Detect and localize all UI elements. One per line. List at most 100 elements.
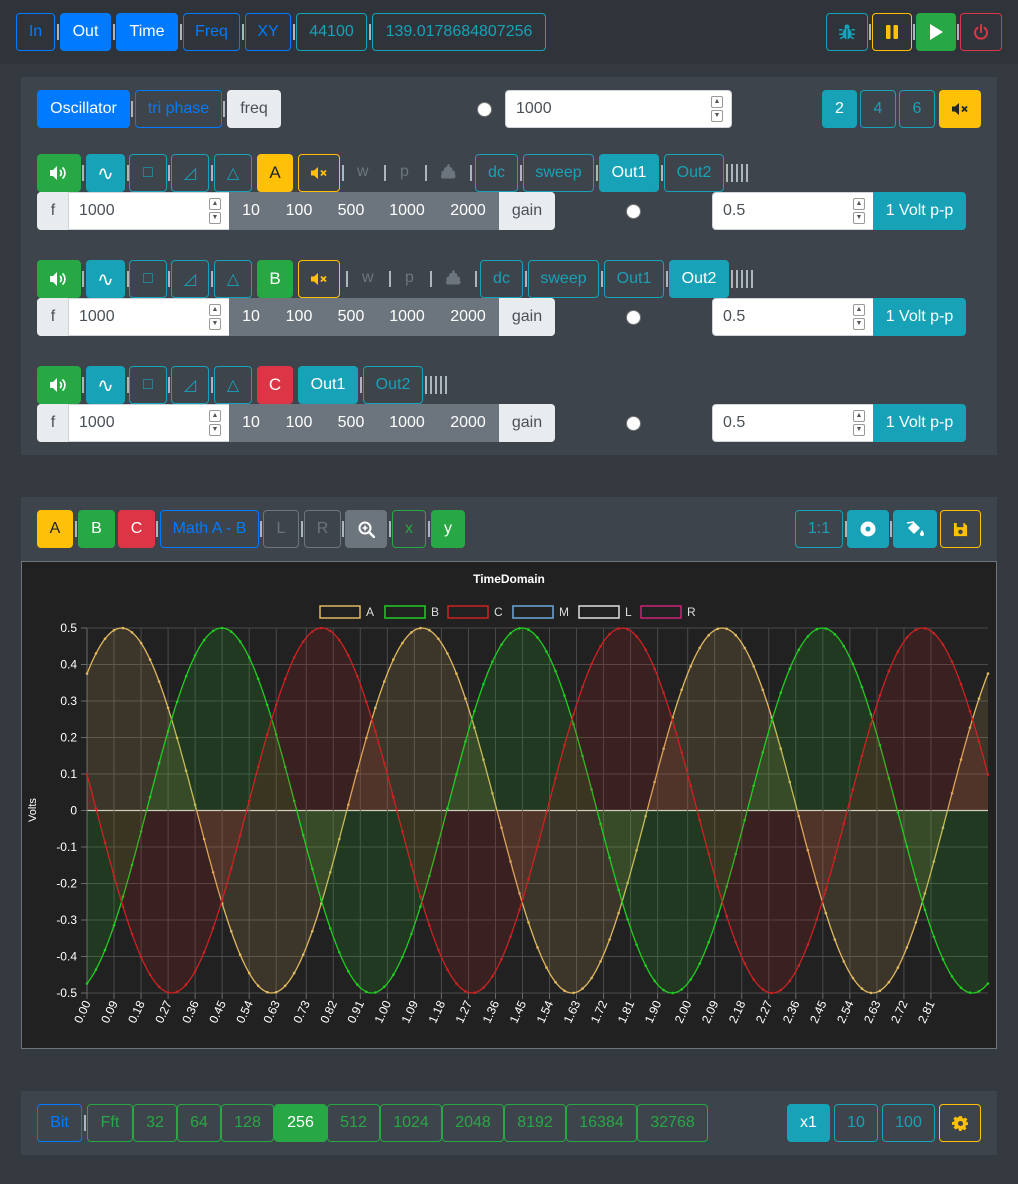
channel-c-1v-button[interactable]: 1 Volt p-p: [873, 404, 966, 442]
phase-2-button[interactable]: 2: [822, 90, 857, 128]
channel-b-sound-button[interactable]: [37, 260, 81, 298]
channel-a-mute-button[interactable]: [298, 154, 340, 192]
freq-radio[interactable]: [477, 102, 492, 117]
multiplier-100[interactable]: 100: [882, 1104, 935, 1142]
oscillator-button[interactable]: Oscillator: [37, 90, 130, 128]
channel-a-amplitude-input[interactable]: 0.5 ▲ ▼: [712, 192, 874, 230]
fft-size-512[interactable]: 512: [327, 1104, 380, 1142]
mute-all-button[interactable]: [939, 90, 981, 128]
scope-channel-a-button[interactable]: A: [37, 510, 73, 548]
channel-a-out2-button[interactable]: Out2: [664, 154, 724, 192]
fft-size-32[interactable]: 32: [133, 1104, 177, 1142]
channel-c-out1-button[interactable]: Out1: [298, 366, 358, 404]
power-button[interactable]: [960, 13, 1002, 51]
channel-b-out2-button[interactable]: Out2: [669, 260, 729, 298]
channel-c-radio[interactable]: [626, 416, 641, 431]
phase-4-button[interactable]: 4: [860, 90, 896, 128]
channel-b-label[interactable]: B: [257, 260, 293, 298]
channel-c-label[interactable]: C: [257, 366, 293, 404]
channel-b-1v-button[interactable]: 1 Volt p-p: [873, 298, 966, 336]
channel-a-preset-2000[interactable]: 2000: [437, 192, 499, 230]
legend-swatch-r[interactable]: [640, 605, 682, 619]
debug-button[interactable]: [826, 13, 868, 51]
channel-b-preset-10[interactable]: 10: [229, 298, 273, 336]
fft-size-32768[interactable]: 32768: [637, 1104, 708, 1142]
fft-size-128[interactable]: 128: [221, 1104, 274, 1142]
record-button[interactable]: [847, 510, 889, 548]
channel-b-radio[interactable]: [626, 310, 641, 325]
channel-b-dc-button[interactable]: dc: [480, 260, 523, 298]
xy-button[interactable]: XY: [245, 13, 291, 51]
channel-a-sawtooth-button[interactable]: ◿: [171, 154, 209, 192]
zoom-button[interactable]: [345, 510, 387, 548]
x-axis-button[interactable]: x: [392, 510, 426, 548]
channel-b-square-button[interactable]: □: [129, 260, 167, 298]
scope-channel-b-button[interactable]: B: [78, 510, 115, 548]
channel-a-sweep-button[interactable]: sweep: [523, 154, 594, 192]
in-button[interactable]: In: [16, 13, 55, 51]
channel-b-mute-button[interactable]: [298, 260, 340, 298]
l-button[interactable]: L: [263, 510, 299, 548]
channel-c-amplitude-input[interactable]: 0.5 ▲ ▼: [712, 404, 874, 442]
pause-button[interactable]: [872, 13, 912, 51]
channel-b-frequency-input[interactable]: 1000 ▲ ▼: [68, 298, 230, 336]
channel-b-triangle-button[interactable]: △: [214, 260, 252, 298]
channel-b-sawtooth-button[interactable]: ◿: [171, 260, 209, 298]
channel-b-preset-500[interactable]: 500: [325, 298, 377, 336]
legend-swatch-m[interactable]: [512, 605, 554, 619]
freq-button[interactable]: Freq: [183, 13, 240, 51]
legend-swatch-l[interactable]: [578, 605, 620, 619]
channel-c-square-button[interactable]: □: [129, 366, 167, 404]
fft-size-256[interactable]: 256: [274, 1104, 327, 1142]
channel-a-frequency-input[interactable]: 1000 ▲ ▼: [68, 192, 230, 230]
channel-b-preset-1000[interactable]: 1000: [377, 298, 437, 336]
out-button[interactable]: Out: [60, 13, 111, 51]
channel-c-triangle-button[interactable]: △: [214, 366, 252, 404]
channel-c-out2-button[interactable]: Out2: [363, 366, 423, 404]
play-button[interactable]: [916, 13, 956, 51]
channel-a-preset-100[interactable]: 100: [273, 192, 325, 230]
channel-a-dc-button[interactable]: dc: [475, 154, 518, 192]
multiplier-10[interactable]: 10: [834, 1104, 878, 1142]
channel-b-out1-button[interactable]: Out1: [604, 260, 664, 298]
phase-6-button[interactable]: 6: [899, 90, 935, 128]
math-button[interactable]: Math A - B: [160, 510, 259, 548]
legend-swatch-c[interactable]: [447, 605, 489, 619]
fft-size-8192[interactable]: 8192: [504, 1104, 566, 1142]
channel-b-preset-100[interactable]: 100: [273, 298, 325, 336]
r-button[interactable]: R: [304, 510, 341, 548]
channel-a-sine-button[interactable]: ∿: [86, 154, 125, 192]
save-button[interactable]: [940, 510, 981, 548]
channel-b-preset-2000[interactable]: 2000: [437, 298, 499, 336]
channel-a-1v-button[interactable]: 1 Volt p-p: [873, 192, 966, 230]
channel-c-preset-10[interactable]: 10: [229, 404, 273, 442]
channel-c-preset-1000[interactable]: 1000: [377, 404, 437, 442]
channel-b-amplitude-input[interactable]: 0.5 ▲ ▼: [712, 298, 874, 336]
channel-b-sine-button[interactable]: ∿: [86, 260, 125, 298]
channel-c-frequency-input[interactable]: 1000 ▲ ▼: [68, 404, 230, 442]
channel-a-preset-10[interactable]: 10: [229, 192, 273, 230]
legend-swatch-a[interactable]: [319, 605, 361, 619]
channel-a-preset-500[interactable]: 500: [325, 192, 377, 230]
aspect-ratio-button[interactable]: 1:1: [795, 510, 843, 548]
sample-rate-button[interactable]: 44100: [296, 13, 367, 51]
fill-button[interactable]: [893, 510, 937, 548]
channel-a-square-button[interactable]: □: [129, 154, 167, 192]
channel-c-sawtooth-button[interactable]: ◿: [171, 366, 209, 404]
value-display[interactable]: 139.0178684807256: [372, 13, 546, 51]
channel-c-sound-button[interactable]: [37, 366, 81, 404]
channel-c-preset-500[interactable]: 500: [325, 404, 377, 442]
channel-c-sine-button[interactable]: ∿: [86, 366, 125, 404]
tri-phase-button[interactable]: tri phase: [135, 90, 222, 128]
scope-channel-c-button[interactable]: C: [118, 510, 155, 548]
settings-button[interactable]: [939, 1104, 981, 1142]
channel-c-preset-2000[interactable]: 2000: [437, 404, 499, 442]
channel-a-sound-button[interactable]: [37, 154, 81, 192]
channel-c-preset-100[interactable]: 100: [273, 404, 325, 442]
fft-size-1024[interactable]: 1024: [380, 1104, 442, 1142]
channel-a-radio[interactable]: [626, 204, 641, 219]
fft-size-64[interactable]: 64: [177, 1104, 221, 1142]
channel-a-preset-1000[interactable]: 1000: [377, 192, 437, 230]
fft-button[interactable]: Fft: [87, 1104, 133, 1142]
channel-a-out1-button[interactable]: Out1: [599, 154, 659, 192]
